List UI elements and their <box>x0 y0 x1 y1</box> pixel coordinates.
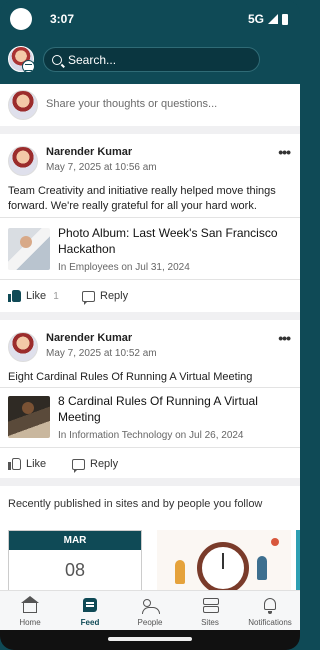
system-indicators: 5G <box>248 12 288 26</box>
post-date: May 7, 2025 at 10:52 am <box>46 348 157 359</box>
link-meta: In Information Technology on Jul 26, 202… <box>58 430 244 441</box>
divider <box>0 217 300 218</box>
nav-label: Home <box>19 618 41 627</box>
nav-notifications[interactable]: Notifications <box>240 591 300 631</box>
nav-label: Notifications <box>248 618 292 627</box>
post-body: Team Creativity and initiative really he… <box>8 185 276 212</box>
reply-button[interactable]: Reply <box>72 458 119 473</box>
divider <box>0 447 300 448</box>
nav-people[interactable]: People <box>120 591 180 631</box>
event-card[interactable]: MAR 08 <box>8 530 142 590</box>
bell-icon <box>264 598 276 614</box>
nav-home[interactable]: Home <box>0 591 60 631</box>
post-body: Eight Cardinal Rules Of Running A Virtua… <box>8 371 253 383</box>
calendar-month: MAR <box>9 531 141 550</box>
link-title[interactable]: Photo Album: Last Week's San Francisco H… <box>58 225 292 257</box>
nav-label: People <box>137 618 163 627</box>
next-card-edge[interactable] <box>296 530 300 590</box>
battery-icon <box>282 13 288 25</box>
link-thumbnail[interactable] <box>8 228 50 270</box>
people-icon <box>142 598 160 614</box>
recent-section: Recently published in sites and by peopl… <box>0 486 300 590</box>
divider <box>0 387 300 388</box>
article-card[interactable] <box>157 530 291 590</box>
like-button[interactable]: Like 1 <box>8 290 59 302</box>
menu-icon[interactable] <box>22 60 35 73</box>
sites-icon <box>203 598 219 613</box>
target-illustration <box>271 538 279 546</box>
link-meta: In Employees on Jul 31, 2024 <box>58 262 190 273</box>
like-label: Like <box>26 458 47 470</box>
comment-icon <box>82 290 95 305</box>
nav-feed[interactable]: Feed <box>60 591 120 631</box>
composer-avatar <box>8 90 38 120</box>
status-time: 3:07 <box>50 12 75 26</box>
post-author[interactable]: Narender Kumar <box>46 332 132 344</box>
status-bar: 3:07 5G <box>0 0 300 38</box>
calendar-day: 08 <box>64 560 86 580</box>
signal-icon <box>268 14 278 24</box>
bottom-nav: Home Feed People Sites Notifications <box>0 590 300 630</box>
app-header: Search... <box>0 38 300 82</box>
post-author[interactable]: Narender Kumar <box>46 146 132 158</box>
more-options-icon[interactable]: ••• <box>278 144 291 160</box>
nav-label: Feed <box>80 618 100 627</box>
person-illustration <box>175 560 185 584</box>
like-count: 1 <box>53 290 59 302</box>
camera-cutout <box>10 8 32 30</box>
post-date: May 7, 2025 at 10:56 am <box>46 162 157 173</box>
divider <box>0 279 300 280</box>
feed-content: Share your thoughts or questions... Nare… <box>0 84 300 590</box>
reply-label: Reply <box>100 290 129 302</box>
phone-screen: 3:07 5G Search... Share your thoughts or… <box>0 0 300 650</box>
recent-heading: Recently published in sites and by peopl… <box>8 498 263 510</box>
home-indicator[interactable] <box>108 637 192 641</box>
reply-button[interactable]: Reply <box>82 290 129 305</box>
thumbs-up-icon <box>8 458 21 470</box>
link-title[interactable]: 8 Cardinal Rules Of Running A Virtual Me… <box>58 393 292 425</box>
search-bar[interactable]: Search... <box>43 47 260 72</box>
search-icon <box>52 54 62 65</box>
author-avatar[interactable] <box>8 332 38 362</box>
more-options-icon[interactable]: ••• <box>278 330 291 346</box>
network-label: 5G <box>247 12 264 26</box>
search-placeholder: Search... <box>68 52 117 67</box>
thumbs-up-icon <box>8 290 21 302</box>
like-label: Like <box>26 290 47 302</box>
comment-icon <box>72 458 85 473</box>
composer-placeholder[interactable]: Share your thoughts or questions... <box>46 98 217 110</box>
nav-sites[interactable]: Sites <box>180 591 240 631</box>
reply-label: Reply <box>90 458 119 470</box>
person-illustration <box>257 556 267 580</box>
gesture-area <box>0 630 300 650</box>
feed-post: Narender Kumar May 7, 2025 at 10:52 am •… <box>0 320 300 478</box>
feed-post: Narender Kumar May 7, 2025 at 10:56 am •… <box>0 134 300 312</box>
like-button[interactable]: Like <box>8 458 46 470</box>
nav-label: Sites <box>201 618 219 627</box>
feed-icon <box>83 598 97 612</box>
link-thumbnail[interactable] <box>8 396 50 438</box>
clock-illustration <box>197 542 249 590</box>
post-actions: Like 1 Reply <box>0 282 300 312</box>
home-icon <box>21 596 39 613</box>
post-actions: Like Reply <box>0 450 300 480</box>
post-composer[interactable]: Share your thoughts or questions... <box>0 84 300 126</box>
author-avatar[interactable] <box>8 146 38 176</box>
